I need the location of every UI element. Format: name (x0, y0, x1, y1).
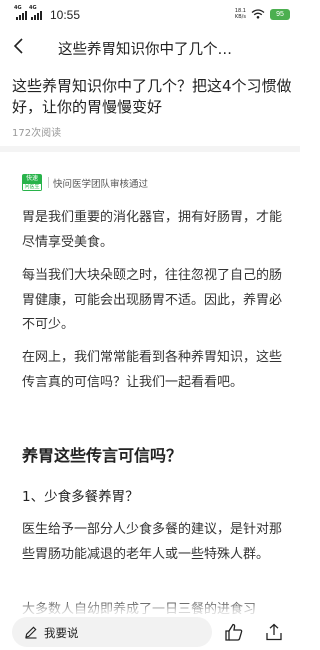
clock: 10:55 (50, 8, 81, 22)
sim1-tag: 4G (14, 5, 22, 11)
net-speed-unit: KB/s (234, 14, 246, 20)
subheading: 1、少食多餐养胃？ (22, 489, 139, 505)
read-count: 172次阅读 (12, 128, 62, 139)
signal-icon: 4G (14, 5, 27, 20)
paragraph: 每当我们大块朵颐之时，往往忽视了自己的肠胃健康，可能会出现肠胃不适。因此，养胃必… (22, 268, 283, 332)
thumbs-up-icon[interactable] (224, 622, 244, 642)
nav-title: 这些养胃知识你中了几个… (58, 42, 232, 58)
wifi-icon (251, 9, 265, 19)
net-speed: 18.1 KB/s (235, 8, 246, 20)
share-icon[interactable] (264, 622, 284, 642)
article-title: 这些养胃知识你中了几个？把这4个习惯做好，让你的胃慢慢变好 (12, 77, 292, 116)
status-right: 18.1 KB/s 95 (235, 8, 290, 20)
sim2-tag: 4G (29, 5, 37, 11)
comment-placeholder: 我要说 (44, 626, 79, 640)
paragraph: 胃是我们重要的消化器官，拥有好肠胃，才能尽情享受美食。 (22, 210, 283, 250)
nav-bar: 这些养胃知识你中了几个… (0, 30, 300, 66)
pen-icon (25, 626, 37, 639)
bottom-bar: 我要说 (0, 614, 300, 650)
kuaiwen-logo-icon: 快速 问医生 (22, 174, 42, 191)
logo-top-text: 快速 (22, 174, 42, 184)
status-left: 4G 4G 10:55 (14, 5, 81, 22)
audit-separator (48, 177, 49, 188)
section-heading: 养胃这些传言可信吗？ (22, 446, 183, 465)
paragraph: 医生给予一部分人少食多餐的建议，是针对那些胃肠功能减退的老年人或一些特殊人群。 (22, 522, 283, 562)
logo-bottom-text: 问医生 (22, 184, 42, 191)
back-arrow-icon[interactable] (10, 36, 30, 56)
audit-text: 快问医学团队审核通过 (53, 178, 149, 190)
section-divider (0, 146, 300, 152)
audit-badge: 快速 问医生 快问医学团队审核通过 (22, 174, 148, 191)
battery-icon: 95 (270, 8, 290, 20)
signal-icon: 4G (29, 5, 42, 20)
comment-input[interactable]: 我要说 (12, 617, 212, 647)
status-bar: 4G 4G 10:55 18.1 KB/s 95 (0, 0, 300, 30)
paragraph: 在网上，我们常常能看到各种养胃知识，这些传言真的可信吗？让我们一起看看吧。 (22, 350, 283, 390)
